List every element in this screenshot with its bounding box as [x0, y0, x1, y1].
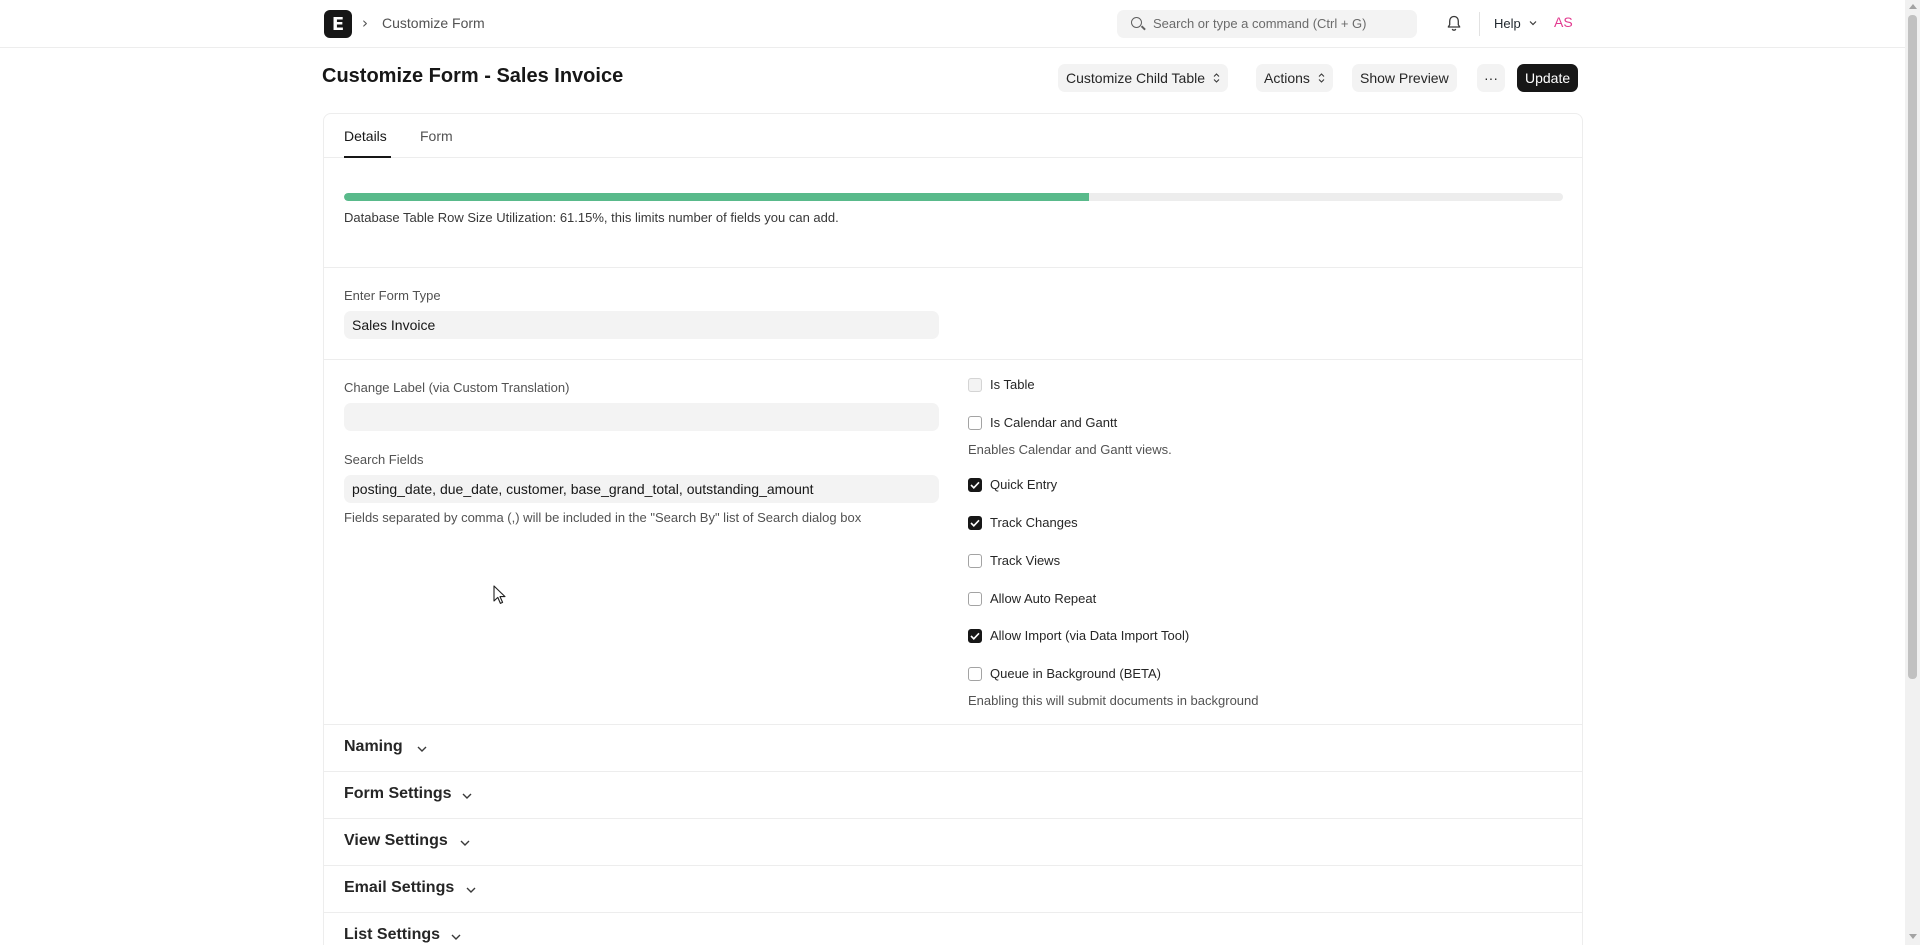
awesomebar-search[interactable]: Search or type a command (Ctrl + G)	[1117, 10, 1417, 38]
checkbox-queue-in-background[interactable]: Queue in Background (BETA)	[968, 666, 1161, 681]
navbar-divider	[1479, 12, 1480, 36]
update-button[interactable]: Update	[1517, 64, 1579, 92]
search-fields-input[interactable]: posting_date, due_date, customer, base_g…	[344, 475, 939, 503]
search-placeholder: Search or type a command (Ctrl + G)	[1153, 16, 1367, 31]
search-icon	[1131, 17, 1142, 28]
chevron-down-icon	[451, 934, 461, 940]
avatar[interactable]: AS	[1554, 14, 1573, 30]
section-title: Naming	[344, 738, 403, 755]
section-divider	[324, 267, 1582, 268]
app-logo[interactable]: E	[324, 10, 352, 38]
chevron-down-icon	[466, 887, 476, 893]
row-size-progress-bar	[344, 193, 1563, 201]
section-title: Form Settings	[344, 785, 452, 802]
help-dropdown[interactable]: Help	[1494, 16, 1521, 31]
mouse-cursor-icon	[493, 585, 506, 604]
checkbox-label: Quick Entry	[990, 477, 1058, 492]
change-label-input[interactable]	[344, 403, 939, 431]
checkbox-label: Track Views	[990, 553, 1061, 568]
check-icon	[970, 519, 980, 527]
bell-icon[interactable]	[1447, 15, 1461, 32]
row-size-utilization-text: Database Table Row Size Utilization: 61.…	[344, 210, 839, 225]
checkbox-track-views[interactable]: Track Views	[968, 553, 1060, 568]
form-tabs: Details Form	[324, 114, 1582, 158]
chevron-down-icon	[417, 746, 427, 752]
customize-child-table-label: Customize Child Table	[1066, 70, 1206, 86]
checkbox-label: Is Table	[990, 377, 1035, 392]
form-type-input[interactable]: Sales Invoice	[344, 311, 939, 339]
checkbox-label: Track Changes	[990, 515, 1078, 530]
checkbox-label: Allow Import (via Data Import Tool)	[990, 628, 1190, 643]
form-card: Details Form Database Table Row Size Uti…	[323, 113, 1583, 945]
checkbox-allow-auto-repeat[interactable]: Allow Auto Repeat	[968, 591, 1096, 606]
breadcrumb-customize-form[interactable]: Customize Form	[382, 15, 485, 31]
chevron-right-icon: ›	[362, 14, 368, 32]
checkbox-is-calendar-and-gantt[interactable]: Is Calendar and Gantt	[968, 415, 1117, 430]
checkbox-box[interactable]	[968, 553, 982, 568]
form-type-label: Enter Form Type	[344, 288, 441, 303]
checkbox-label: Allow Auto Repeat	[990, 591, 1097, 606]
queue-background-help: Enabling this will submit documents in b…	[968, 693, 1259, 708]
chevron-down-icon	[462, 793, 472, 799]
update-label: Update	[1525, 70, 1571, 86]
customize-child-table-button[interactable]: Customize Child Table	[1058, 64, 1229, 92]
more-actions-button[interactable]: ···	[1477, 64, 1505, 92]
page-title: Customize Form - Sales Invoice	[322, 65, 624, 87]
checkbox-box[interactable]	[968, 666, 982, 681]
section-divider	[324, 359, 1582, 360]
page-scrollbar[interactable]	[1905, 0, 1920, 945]
show-preview-label: Show Preview	[1360, 70, 1449, 86]
checkbox-box[interactable]	[968, 377, 982, 392]
check-icon	[970, 632, 980, 640]
scroll-down-arrow-icon[interactable]	[1909, 934, 1917, 939]
active-tab-indicator	[344, 156, 391, 158]
scroll-thumb[interactable]	[1908, 15, 1917, 679]
tab-details[interactable]: Details	[344, 128, 387, 144]
actions-button[interactable]: Actions	[1256, 64, 1333, 92]
select-updown-icon	[1213, 73, 1220, 83]
calendar-gantt-help: Enables Calendar and Gantt views.	[968, 442, 1172, 457]
chevron-down-icon	[460, 840, 470, 846]
checkbox-allow-import[interactable]: Allow Import (via Data Import Tool)	[968, 628, 1189, 643]
row-size-progress-fill	[344, 193, 1090, 201]
select-updown-icon	[1318, 73, 1325, 83]
checkbox-box[interactable]	[968, 515, 982, 530]
search-fields-label: Search Fields	[344, 452, 424, 467]
checkbox-box[interactable]	[968, 477, 982, 492]
show-preview-button[interactable]: Show Preview	[1352, 64, 1457, 92]
checkbox-box[interactable]	[968, 415, 982, 430]
section-form-settings[interactable]: Form Settings	[324, 771, 1582, 818]
checkbox-is-table[interactable]: Is Table	[968, 377, 1035, 392]
check-icon	[970, 481, 980, 489]
section-view-settings[interactable]: View Settings	[324, 818, 1582, 865]
navbar: E › Customize Form Search or type a comm…	[0, 0, 1905, 48]
checkbox-label: Queue in Background (BETA)	[990, 666, 1162, 681]
section-email-settings[interactable]: Email Settings	[324, 865, 1582, 912]
checkbox-box[interactable]	[968, 591, 982, 606]
actions-label: Actions	[1264, 70, 1310, 86]
tab-form[interactable]: Form	[420, 128, 453, 144]
chevron-down-icon[interactable]	[1528, 18, 1538, 28]
checkbox-label: Is Calendar and Gantt	[990, 415, 1118, 430]
checkbox-box[interactable]	[968, 628, 982, 643]
section-title: Email Settings	[344, 879, 455, 896]
search-fields-help: Fields separated by comma (,) will be in…	[344, 510, 862, 525]
more-icon: ···	[1484, 70, 1498, 86]
checkbox-track-changes[interactable]: Track Changes	[968, 515, 1078, 530]
section-naming[interactable]: Naming	[324, 724, 1582, 771]
checkbox-quick-entry[interactable]: Quick Entry	[968, 477, 1057, 492]
section-title: List Settings	[344, 926, 441, 943]
scroll-up-arrow-icon[interactable]	[1909, 4, 1917, 9]
section-title: View Settings	[344, 832, 448, 849]
section-list-settings[interactable]: List Settings	[324, 912, 1582, 945]
change-label-label: Change Label (via Custom Translation)	[344, 380, 570, 395]
